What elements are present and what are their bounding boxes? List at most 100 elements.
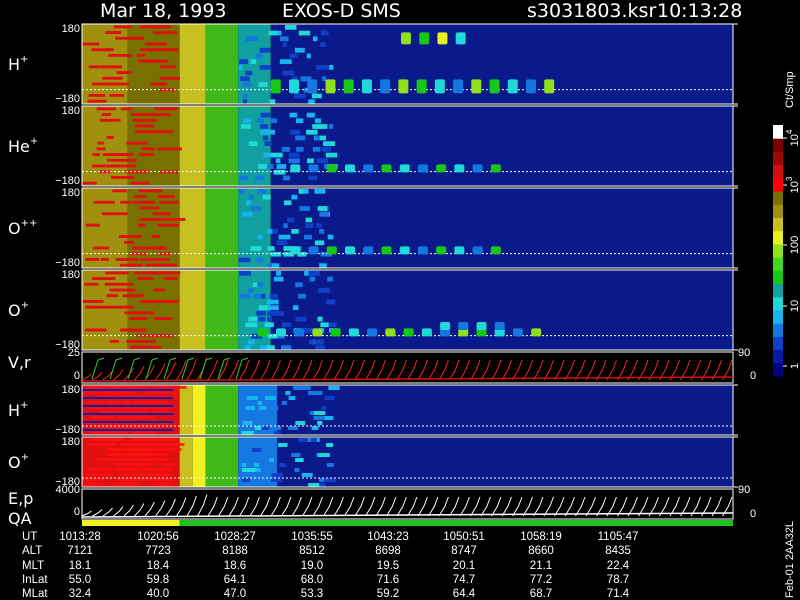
spectrogram-speck [319, 453, 330, 457]
spectrogram-speck [82, 478, 104, 481]
spectrogram-speck [314, 135, 320, 141]
spectrogram-speck [306, 112, 315, 118]
spectrogram-speck [248, 316, 259, 322]
spectrogram-speck [308, 99, 315, 104]
spectrogram-speck [320, 42, 326, 47]
panel-label-he-plus: He+ [8, 136, 38, 156]
spectrogram-speck [241, 478, 250, 482]
spectrogram-speck [327, 234, 334, 240]
spectrogram-panel-h-plus [81, 23, 738, 105]
spectrogram-speck [104, 282, 116, 286]
spectrogram-speck [285, 391, 291, 395]
spectrogram-speck [311, 438, 318, 442]
spectrogram-speck [156, 438, 178, 441]
spectrogram-speck [100, 258, 109, 261]
spectrogram-speck [305, 217, 313, 223]
spectrogram-blob [290, 246, 301, 255]
spectrogram-speck [97, 141, 105, 145]
ep-left-top: 4000 [56, 484, 80, 496]
y-tick-top: 180 [62, 436, 80, 448]
spectrogram-blob [472, 164, 483, 173]
table-cell: 22.4 [607, 560, 630, 572]
colorbar-swatch [773, 164, 783, 179]
spectrogram-speck [239, 189, 245, 194]
table-cell: 1020:56 [137, 531, 179, 543]
spectrogram-speck [99, 118, 108, 122]
spectrogram-speck [294, 93, 306, 99]
table-cell: 8435 [605, 545, 631, 557]
spectrogram-speck [292, 305, 299, 310]
spectrogram-speck [300, 386, 311, 390]
colorbar-swatch [773, 151, 783, 166]
spectrogram-speck [118, 235, 142, 238]
spectrogram-speck [255, 53, 263, 59]
title-time: 10:13:28 [657, 0, 742, 22]
ep-right-top: 90 [738, 484, 750, 496]
spectrogram-speck [309, 339, 314, 345]
spectrogram-speck [257, 189, 267, 194]
vr-left-top: 25 [68, 347, 80, 359]
table-cell: 21.1 [530, 560, 552, 572]
spectrogram-band [179, 106, 206, 186]
spectrogram-speck [291, 453, 301, 457]
spectrogram-blob [490, 246, 501, 255]
spectrogram-blob [476, 322, 487, 330]
colorbar-swatch [773, 349, 783, 364]
table-cell: 74.7 [453, 574, 475, 586]
spectrogram-band [179, 385, 193, 435]
table-cell: 47.0 [224, 588, 246, 600]
spectrogram-speck [120, 328, 128, 332]
spectrogram-speck [260, 112, 271, 118]
spectrogram-speck [262, 194, 271, 200]
spectrogram-blob [507, 79, 518, 94]
spectrogram-speck [263, 135, 269, 141]
spectrogram-speck [153, 288, 165, 292]
spectrogram-blob [454, 246, 465, 255]
spectrogram-blob [544, 79, 555, 94]
spectrogram-speck [100, 305, 124, 309]
spectrogram-speck [266, 299, 279, 305]
spectrogram-speck [245, 406, 255, 410]
table-cell: 1105:47 [598, 531, 639, 543]
spectrogram-speck [88, 181, 97, 185]
spectrogram-blob [307, 79, 318, 94]
spectrogram-blob [416, 79, 427, 94]
spectrogram-speck [114, 282, 133, 286]
spectrogram-speck [279, 36, 289, 42]
spectrogram-blob [440, 322, 451, 330]
colorbar-swatch [773, 177, 783, 192]
table-row-label: MLat [22, 588, 48, 600]
spectrogram-speck [328, 65, 334, 70]
spectrogram-speck [294, 468, 300, 472]
ep-left-bottom: 0 [74, 506, 80, 518]
spectrogram-speck [308, 483, 316, 487]
spectrogram-speck [96, 426, 120, 429]
panel-label-o-plusplus: O++ [8, 218, 37, 238]
spectrogram-speck [91, 48, 114, 52]
spectrogram-speck [124, 240, 134, 244]
spectrogram-speck [291, 194, 298, 200]
spectrogram-panel-o-plus [81, 269, 738, 351]
spectrogram-speck [323, 141, 336, 146]
spectrogram-speck [139, 153, 154, 156]
spectrogram-blob [257, 328, 268, 337]
spectrogram-speck [242, 99, 248, 104]
spectrogram-speck [152, 212, 167, 216]
spectrogram-speck [91, 82, 110, 86]
spectrogram-speck [143, 340, 156, 343]
qa-label: QA [8, 509, 32, 528]
spectrogram-speck [131, 386, 150, 389]
spectrogram-speck [242, 211, 251, 217]
spectrogram-speck [287, 217, 295, 223]
colorbar-swatch [773, 362, 783, 377]
spectrogram-speck [118, 431, 129, 434]
spectrogram-speck [254, 206, 259, 211]
spectrogram-speck [143, 468, 156, 471]
spectrogram-speck [325, 299, 336, 305]
spectrogram-speck [92, 246, 109, 250]
spectrogram-speck [242, 431, 254, 435]
spectrogram-speck [248, 339, 255, 345]
spectrogram-speck [109, 340, 120, 343]
colorbar-swatch [773, 204, 783, 218]
spectrogram-blob [399, 246, 410, 255]
